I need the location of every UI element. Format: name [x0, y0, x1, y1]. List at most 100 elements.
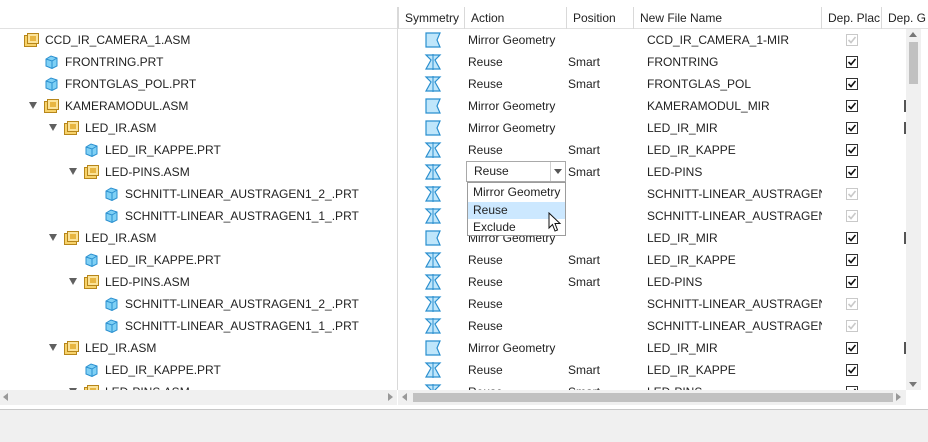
table-row[interactable]: LED_IR.ASM Mirror Geometry LED_IR_MIR — [0, 227, 906, 249]
table-row[interactable]: LED-PINS.ASM Smart LED-PINS — [0, 161, 906, 183]
new-file-name-cell[interactable]: CCD_IR_CAMERA_1-MIR — [647, 29, 822, 51]
collapse-arrow-icon[interactable] — [49, 234, 57, 241]
position-cell[interactable] — [568, 315, 634, 337]
symmetric-icon[interactable] — [424, 271, 442, 293]
table-row[interactable]: CCD_IR_CAMERA_1.ASM Mirror Geometry CCD_IR… — [0, 29, 906, 51]
dropdown-option-mirror-geometry[interactable]: Mirror Geometry — [468, 184, 565, 201]
table-row[interactable]: KAMERAMODUL.ASM Mirror Geometry KAMERAMODU… — [0, 95, 906, 117]
symmetric-icon[interactable] — [424, 161, 442, 183]
new-file-name-cell[interactable]: FRONTRING — [647, 51, 822, 73]
dep-placement-checkbox[interactable] — [846, 51, 860, 73]
chevron-down-icon[interactable] — [550, 162, 565, 181]
collapse-arrow-icon[interactable] — [49, 344, 57, 351]
new-file-name-cell[interactable]: LED_IR_MIR — [647, 117, 822, 139]
dep-placement-checkbox[interactable] — [846, 73, 860, 95]
new-file-name-cell[interactable]: LED_IR_KAPPE — [647, 139, 822, 161]
table-row[interactable]: SCHNITT-LINEAR_AUSTRAGEN1_1_.PRTReuseSCH… — [0, 315, 906, 337]
dep-placement-checkbox[interactable] — [846, 359, 860, 381]
column-header-dep-placement[interactable]: Dep. Plac — [821, 7, 881, 29]
dep-placement-checkbox[interactable] — [846, 161, 860, 183]
action-cell[interactable]: Reuse — [468, 315, 568, 337]
collapse-arrow-icon[interactable] — [49, 124, 57, 131]
table-row[interactable]: SCHNITT-LINEAR_AUSTRAGEN1_2_.PRTReuseSCH… — [0, 293, 906, 315]
collapse-arrow-icon[interactable] — [29, 102, 37, 109]
action-combobox[interactable]: Reuse — [466, 161, 566, 182]
column-header-symmetry[interactable]: Symmetry — [398, 7, 464, 29]
column-header-position[interactable]: Position — [566, 7, 633, 29]
symmetric-icon[interactable] — [424, 183, 442, 205]
position-cell[interactable] — [568, 337, 634, 359]
symmetric-icon[interactable] — [424, 315, 442, 337]
column-header-new-file-name[interactable]: New File Name — [633, 7, 821, 29]
new-file-name-cell[interactable]: LED_IR_KAPPE — [647, 249, 822, 271]
column-header-action[interactable]: Action — [464, 7, 566, 29]
symmetric-icon[interactable] — [424, 359, 442, 381]
collapse-arrow-icon[interactable] — [69, 168, 77, 175]
collapse-arrow-icon[interactable] — [69, 278, 77, 285]
position-cell[interactable] — [568, 227, 634, 249]
position-cell[interactable] — [568, 29, 634, 51]
action-cell[interactable]: Mirror Geometry — [468, 117, 568, 139]
new-file-name-cell[interactable]: SCHNITT-LINEAR_AUSTRAGEN1_ — [647, 293, 822, 315]
scroll-left-arrow-icon[interactable] — [3, 393, 8, 401]
position-cell[interactable] — [568, 183, 634, 205]
dep-placement-checkbox[interactable] — [846, 227, 860, 249]
table-row[interactable]: FRONTGLAS_POL.PRT Reuse Smart FRONTGLAS_POL — [0, 73, 906, 95]
new-file-name-cell[interactable]: SCHNITT-LINEAR_AUSTRAGEN1_ — [647, 315, 822, 337]
dep-placement-checkbox[interactable] — [846, 271, 860, 293]
vertical-scroll-thumb[interactable] — [909, 42, 918, 84]
scroll-right-arrow-icon[interactable] — [896, 393, 901, 401]
action-cell[interactable]: Reuse — [468, 73, 568, 95]
new-file-name-cell[interactable]: LED_IR_KAPPE — [647, 359, 822, 381]
position-cell[interactable] — [568, 205, 634, 227]
table-row[interactable]: SCHNITT-LINEAR_AUSTRAGEN1_1_.PRTReuseSCH… — [0, 205, 906, 227]
position-cell[interactable]: Smart — [568, 249, 634, 271]
horizontal-scroll-thumb[interactable] — [413, 393, 893, 402]
symmetric-icon[interactable] — [424, 293, 442, 315]
new-file-name-cell[interactable]: SCHNITT-LINEAR_AUSTRAGEN1_ — [647, 205, 822, 227]
position-cell[interactable]: Smart — [568, 161, 634, 183]
table-row[interactable]: LED_IR_KAPPE.PRT Reuse Smart LED_IR_KAPPE — [0, 359, 906, 381]
symmetric-icon[interactable] — [424, 73, 442, 95]
scroll-down-arrow-icon[interactable] — [909, 382, 917, 387]
new-file-name-cell[interactable]: LED-PINS — [647, 161, 822, 183]
position-cell[interactable]: Smart — [568, 271, 634, 293]
column-header-dep-g[interactable]: Dep. G — [881, 7, 928, 29]
symmetric-icon[interactable] — [424, 205, 442, 227]
action-cell[interactable]: Mirror Geometry — [468, 95, 568, 117]
symmetric-icon[interactable] — [424, 249, 442, 271]
position-cell[interactable] — [568, 95, 634, 117]
mirror-icon[interactable] — [424, 95, 442, 117]
tree-horizontal-scrollbar[interactable] — [0, 390, 397, 405]
new-file-name-cell[interactable]: LED-PINS — [647, 271, 822, 293]
vertical-scrollbar[interactable] — [906, 29, 921, 390]
new-file-name-cell[interactable]: FRONTGLAS_POL — [647, 73, 822, 95]
mirror-icon[interactable] — [424, 337, 442, 359]
mirror-icon[interactable] — [424, 227, 442, 249]
position-cell[interactable] — [568, 293, 634, 315]
dep-placement-checkbox[interactable] — [846, 95, 860, 117]
table-row[interactable]: LED_IR_KAPPE.PRT Reuse Smart LED_IR_KAPPE — [0, 139, 906, 161]
action-cell[interactable]: Reuse — [468, 139, 568, 161]
mirror-icon[interactable] — [424, 29, 442, 51]
position-cell[interactable]: Smart — [568, 359, 634, 381]
new-file-name-cell[interactable]: SCHNITT-LINEAR_AUSTRAGEN1_ — [647, 183, 822, 205]
action-cell[interactable]: Reuse — [468, 249, 568, 271]
position-cell[interactable]: Smart — [568, 73, 634, 95]
table-row[interactable]: SCHNITT-LINEAR_AUSTRAGEN1_2_.PRTReuseSCH… — [0, 183, 906, 205]
action-cell[interactable]: Mirror Geometry — [468, 29, 568, 51]
table-row[interactable]: LED_IR.ASM Mirror Geometry LED_IR_MIR — [0, 117, 906, 139]
table-row[interactable]: LED_IR.ASM Mirror Geometry LED_IR_MIR — [0, 337, 906, 359]
action-cell[interactable]: Reuse — [468, 271, 568, 293]
table-row[interactable]: LED_IR_KAPPE.PRT Reuse Smart LED_IR_KAPPE — [0, 249, 906, 271]
dep-placement-checkbox[interactable] — [846, 139, 860, 161]
action-cell[interactable]: Reuse — [468, 293, 568, 315]
symmetric-icon[interactable] — [424, 139, 442, 161]
mirror-icon[interactable] — [424, 117, 442, 139]
position-cell[interactable]: Smart — [568, 139, 634, 161]
dep-placement-checkbox[interactable] — [846, 117, 860, 139]
table-row[interactable]: LED-PINS.ASM ReuseSmart LED-PINS — [0, 271, 906, 293]
scroll-left-arrow-icon[interactable] — [402, 393, 407, 401]
position-cell[interactable]: Smart — [568, 51, 634, 73]
symmetric-icon[interactable] — [424, 51, 442, 73]
